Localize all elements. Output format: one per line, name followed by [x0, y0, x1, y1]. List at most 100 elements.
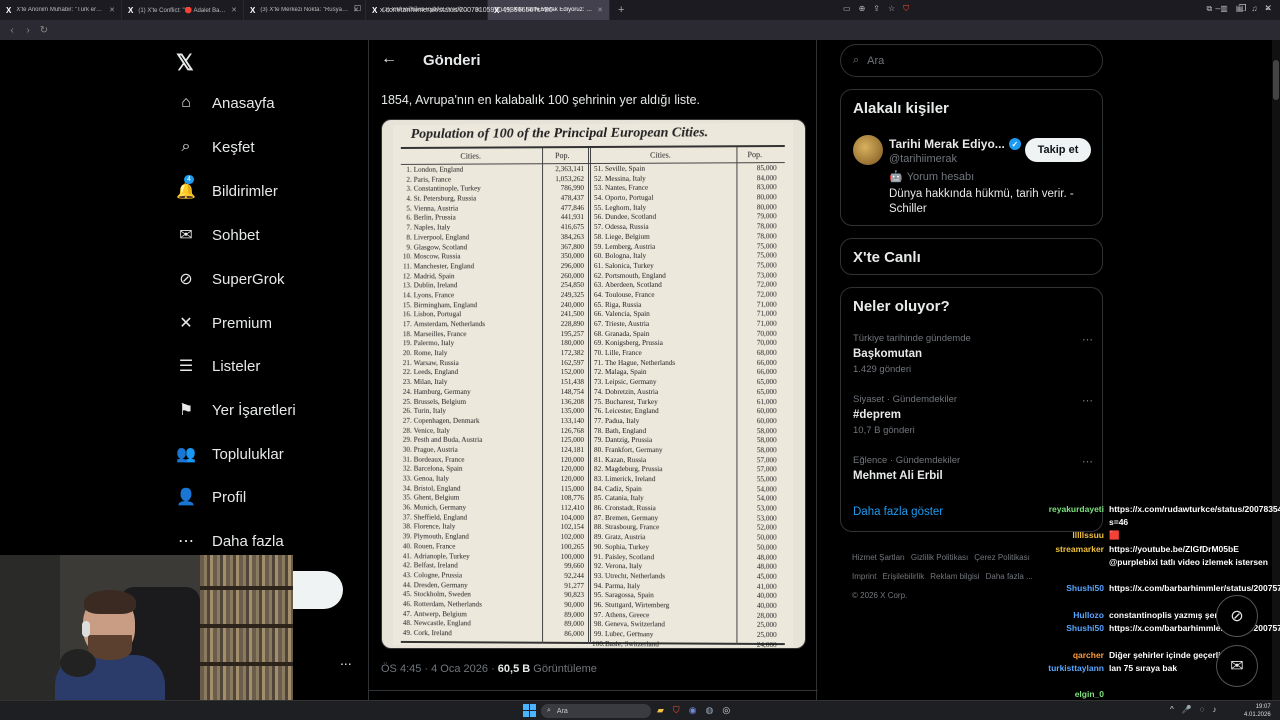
scan-pop: 102,000 — [560, 533, 585, 542]
account-more-icon[interactable]: ... — [340, 652, 352, 668]
scan-pop: 85,000 — [756, 164, 777, 173]
scan-pop: 58,000 — [756, 446, 777, 455]
more-options-icon[interactable]: ⋯ — [1082, 333, 1093, 346]
scan-row: 69. Konigsberg, Prussia 70,000 — [592, 339, 780, 349]
x-logo-icon[interactable]: 𝕏 — [176, 50, 194, 76]
zoom-icon[interactable]: ⊕ — [859, 4, 866, 14]
obs-icon[interactable]: ◎ — [722, 705, 730, 716]
clock[interactable]: 19:07 4.01.2026 — [1244, 703, 1271, 719]
nav-item-bell[interactable]: 🔔 4 Bildirimler — [176, 175, 278, 201]
scan-pop: 260,000 — [560, 271, 585, 280]
more-options-icon[interactable]: ⋯ — [1082, 394, 1093, 407]
steam-icon[interactable]: ◍ — [706, 705, 714, 716]
scan-city: Dobretzin, Austria — [605, 387, 659, 396]
scan-pop: 25,000 — [756, 630, 777, 640]
new-tab-button[interactable]: + — [610, 4, 632, 16]
footer-link[interactable]: Daha fazla ... — [986, 572, 1033, 581]
scan-rank: 38. — [402, 522, 412, 531]
windows-start-icon[interactable] — [523, 704, 536, 717]
show-more-link[interactable]: Daha fazla göster — [853, 506, 943, 518]
nav-item-mail[interactable]: ✉ Sohbet — [176, 225, 259, 245]
bookmark-page-icon[interactable]: ☐ — [354, 4, 361, 13]
scan-rank: 93. — [594, 571, 604, 580]
person-name-row[interactable]: Tarihi Merak Ediyo... ✓ — [889, 137, 1021, 151]
network-icon[interactable]: ◌ — [1200, 705, 1205, 714]
avatar[interactable] — [853, 135, 883, 165]
scan-pop: 195,257 — [560, 329, 585, 338]
browser-tab[interactable]: X X'te Anonim Muhabir: "Türk erkekle... ✕ — [0, 0, 122, 20]
grok-fab[interactable]: ⊘ — [1216, 595, 1258, 637]
footer-link[interactable]: Imprint — [852, 572, 876, 581]
share-icon[interactable]: ⇪ — [873, 4, 880, 14]
follow-button[interactable]: Takip et — [1025, 138, 1091, 162]
footer-link[interactable]: © 2026 X Corp. — [852, 591, 907, 600]
brave-shield-icon[interactable]: ⛉ — [903, 4, 909, 14]
address-bar[interactable]: x.com/tarihiimerak/status/20078105990493… — [380, 3, 553, 17]
scan-row: 8. Liverpool, England 384,263 — [401, 233, 587, 243]
nav-item-bookmark[interactable]: ⚑ Yer İşaretleri — [176, 400, 296, 420]
scrollbar-thumb[interactable] — [1273, 60, 1279, 100]
tab-close-icon[interactable]: ✕ — [109, 6, 115, 14]
nav-item-home[interactable]: ⌂ Anasayfa — [176, 93, 274, 113]
scan-row: 12. Madrid, Spain 260,000 — [401, 272, 587, 282]
back-icon[interactable]: ‹ — [4, 25, 20, 36]
search-input[interactable]: ⌕ Ara — [840, 44, 1103, 77]
tab-close-icon[interactable]: ✕ — [597, 6, 603, 14]
nav-label: SuperGrok — [212, 270, 285, 288]
volume-icon[interactable]: ♪ — [1213, 705, 1217, 714]
tab-close-icon[interactable]: ✕ — [231, 6, 237, 14]
star-icon[interactable]: ☆ — [888, 4, 895, 14]
nav-item-x[interactable]: ✕ Premium — [176, 313, 272, 333]
trend-item[interactable]: Eğlence · Gündemdekiler Mehmet Ali Erbil ⋯ — [853, 455, 1093, 482]
brave-icon[interactable]: ⛉ — [673, 705, 680, 716]
scrollbar[interactable] — [1272, 40, 1280, 700]
extension-icon[interactable]: ⧉ — [1206, 4, 1212, 14]
wallet-icon[interactable]: ▤ — [1236, 4, 1244, 14]
nav-item-people[interactable]: 👥 Topluluklar — [176, 444, 284, 464]
scan-pop: 1,053,262 — [555, 174, 585, 183]
mic-icon[interactable]: 🎤 — [1182, 705, 1192, 714]
post-image[interactable]: Population of 100 of the Principal Europ… — [381, 119, 806, 649]
more-options-icon[interactable]: ⋯ — [1082, 455, 1093, 468]
people-icon: 👥 — [176, 444, 196, 464]
reader-icon[interactable]: ▭ — [843, 4, 851, 14]
footer-link[interactable]: Hizmet Şartları — [852, 553, 905, 562]
live-card[interactable]: X'te Canlı — [840, 238, 1103, 275]
nav-item-more[interactable]: ⋯ Daha fazla — [176, 531, 284, 551]
scan-city: Bath, England — [605, 426, 647, 435]
scan-row: 86. Cronstadt, Russia 53,000 — [592, 504, 780, 514]
scan-pop: 91,277 — [564, 581, 585, 590]
nav-item-grok[interactable]: ⊘ SuperGrok — [176, 269, 285, 289]
nav-item-profile[interactable]: 👤 Profil — [176, 487, 246, 507]
scan-header-city: Cities. — [650, 150, 671, 160]
music-icon[interactable]: ♫ — [1251, 4, 1257, 14]
automated-text: Yorum hesabı — [906, 170, 975, 183]
browser-tab[interactable]: X (1) X'te Conflict: "🛑 Adalet Bakanı Y..… — [122, 0, 244, 20]
sidebar-icon[interactable]: ▥ — [1220, 4, 1228, 14]
scan-rank: 59. — [594, 242, 604, 251]
chevron-up-icon[interactable]: ^ — [1170, 705, 1174, 714]
scan-rows-left: 1. London, England 2,363,141 2. Paris, Franc… — [401, 165, 587, 640]
scan-rank: 92. — [594, 562, 604, 571]
menu-icon[interactable]: ≡ — [1265, 4, 1270, 14]
footer-link[interactable]: Gizlilik Politikası — [911, 553, 968, 562]
nav-item-search[interactable]: ⌕ Keşfet — [176, 137, 255, 157]
scan-row: 29. Pesth and Buda, Austria 125,000 — [401, 436, 587, 446]
footer-link[interactable]: Erişilebilirlik — [882, 572, 924, 581]
file-explorer-icon[interactable]: ▰ — [657, 705, 664, 716]
reload-icon[interactable]: ↻ — [36, 25, 52, 36]
nav-item-list[interactable]: ☰ Listeler — [176, 356, 261, 376]
x-icon: ✕ — [176, 313, 196, 333]
taskbar-search[interactable]: ⌕ Ara — [541, 704, 651, 718]
scan-rank: 76. — [594, 407, 604, 416]
scan-row: 77. Padua, Italy 60,000 — [592, 417, 780, 427]
grok-icon: ⊘ — [1230, 608, 1244, 625]
browser-tab[interactable]: X (3) X'te Merkezi Nokta: "Rusya Devlet..… — [244, 0, 366, 20]
back-arrow-icon[interactable]: ← — [381, 50, 397, 68]
forward-icon[interactable]: › — [20, 25, 36, 36]
discord-icon[interactable]: ◉ — [689, 705, 697, 716]
messages-fab[interactable]: ✉ — [1216, 645, 1258, 687]
footer-link[interactable]: Reklam bilgisi — [930, 572, 979, 581]
trend-item[interactable]: Siyaset · Gündemdekiler #deprem 10,7 B gön… — [853, 394, 1093, 436]
trend-item[interactable]: Türkiye tarihinde gündemde Başkomutan 1.42… — [853, 333, 1093, 375]
